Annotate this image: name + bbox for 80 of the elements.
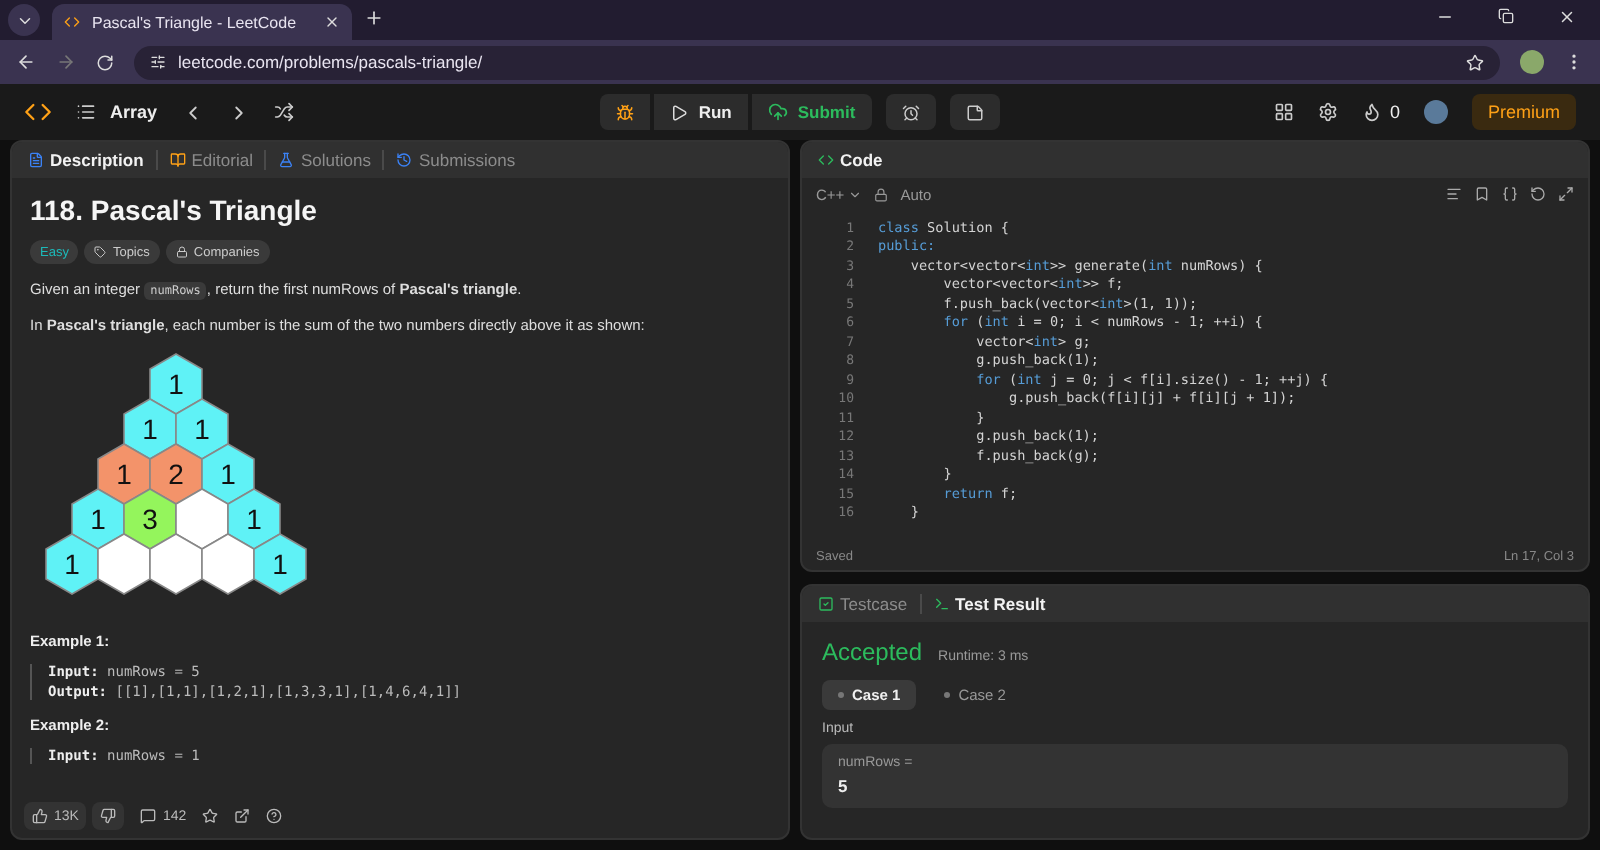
bug-icon xyxy=(616,103,635,121)
panel-tab[interactable]: Description xyxy=(24,150,148,170)
hex-number: 3 xyxy=(142,503,158,535)
hex-number: 1 xyxy=(64,548,80,580)
bookmark-star-icon[interactable] xyxy=(1466,53,1484,71)
tab-title: Pascal's Triangle - LeetCode xyxy=(92,13,299,31)
share-icon[interactable] xyxy=(234,808,251,824)
panel-tab[interactable]: Code xyxy=(814,150,887,170)
panel-tab[interactable]: Testcase xyxy=(814,594,912,614)
back-icon[interactable] xyxy=(16,52,36,72)
problem-list-link[interactable]: Array xyxy=(110,102,158,122)
tab-list-button[interactable] xyxy=(8,4,40,36)
premium-button[interactable]: Premium xyxy=(1471,94,1576,130)
restore-icon[interactable] xyxy=(1498,7,1514,23)
shuffle-icon[interactable] xyxy=(273,102,294,122)
tab-icon xyxy=(28,152,44,168)
tab-icon xyxy=(396,152,413,168)
layout-icon[interactable] xyxy=(1273,102,1294,122)
close-icon[interactable] xyxy=(324,14,340,30)
hex-number: 2 xyxy=(168,458,184,490)
site-settings-icon[interactable] xyxy=(150,54,166,70)
dislike-button[interactable] xyxy=(92,802,125,830)
play-icon xyxy=(670,103,689,121)
hex-number: 1 xyxy=(272,548,288,580)
star-icon[interactable] xyxy=(202,808,219,824)
reset-icon[interactable] xyxy=(1530,186,1546,202)
tab-icon xyxy=(278,152,295,168)
panel-tab[interactable]: Editorial xyxy=(165,150,257,170)
panel-tab[interactable]: Solutions xyxy=(274,150,375,170)
debug-button[interactable] xyxy=(600,94,651,130)
checkbox-icon xyxy=(818,596,834,612)
braces-icon[interactable] xyxy=(1502,186,1518,202)
panel-tab[interactable]: Test Result xyxy=(929,594,1050,614)
help-icon[interactable] xyxy=(266,808,283,824)
submit-button[interactable]: Submit xyxy=(751,94,872,130)
hex-number: 1 xyxy=(116,458,132,490)
bookmark-icon[interactable] xyxy=(1474,186,1490,202)
expand-icon[interactable] xyxy=(1558,186,1574,202)
problem-title: 118. Pascal's Triangle xyxy=(30,194,319,226)
format-icon[interactable] xyxy=(1446,186,1462,202)
hex-number: 1 xyxy=(220,458,236,490)
upload-icon xyxy=(767,102,788,122)
reload-icon[interactable] xyxy=(96,53,114,71)
site-icon xyxy=(64,14,80,30)
thumbs-down-icon xyxy=(100,808,117,824)
chevron-down-icon xyxy=(848,187,863,201)
note-icon xyxy=(965,103,984,121)
comment-icon[interactable] xyxy=(140,808,157,824)
alarm-icon xyxy=(901,103,920,121)
logo-icon[interactable] xyxy=(24,98,52,126)
lock-icon xyxy=(175,246,188,258)
settings-icon[interactable] xyxy=(1317,102,1338,122)
tag-icon xyxy=(94,246,107,258)
hex-number: 1 xyxy=(246,503,262,535)
hex-number: 1 xyxy=(194,413,210,445)
lock-icon xyxy=(874,187,889,201)
profile-avatar[interactable] xyxy=(1520,50,1544,74)
streak-count: 0 xyxy=(1389,102,1400,122)
param-value: 5 xyxy=(838,776,850,796)
forward-icon[interactable] xyxy=(56,52,76,72)
code-icon xyxy=(818,152,834,168)
panel-tab[interactable]: Submissions xyxy=(392,150,520,170)
thumbs-up-icon xyxy=(32,808,48,824)
terminal-icon xyxy=(933,596,950,612)
run-button[interactable]: Run xyxy=(654,94,748,130)
verdict-text: Accepted xyxy=(822,638,923,666)
list-icon[interactable] xyxy=(76,102,96,122)
tab-icon xyxy=(169,152,186,168)
hex-number: 1 xyxy=(90,503,106,535)
new-tab-icon[interactable] xyxy=(364,8,384,28)
close-icon[interactable] xyxy=(1558,7,1576,25)
url-text: leetcode.com/problems/pascals-triangle/ xyxy=(178,52,485,72)
notes-button[interactable] xyxy=(949,94,1000,130)
browser-tab[interactable]: Pascal's Triangle - LeetCode xyxy=(52,4,352,40)
flame-icon[interactable] xyxy=(1361,102,1382,122)
hex-number: 1 xyxy=(168,368,184,400)
address-bar[interactable]: leetcode.com/problems/pascals-triangle/ xyxy=(134,45,1500,79)
user-avatar[interactable] xyxy=(1423,100,1448,124)
hex-number: 1 xyxy=(142,413,158,445)
timer-button[interactable] xyxy=(885,94,936,130)
